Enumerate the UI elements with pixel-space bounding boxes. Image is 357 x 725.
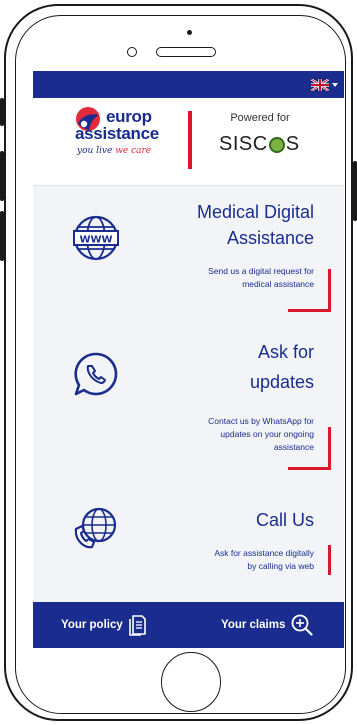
language-selector[interactable]: [311, 78, 338, 92]
service-desc-line1: Contact us by WhatsApp for: [208, 416, 314, 426]
your-policy-label: Your policy: [61, 619, 123, 631]
document-icon: [128, 615, 146, 636]
logo-tagline: you live we care: [77, 146, 151, 156]
service-title: Call Us: [114, 507, 314, 533]
partner-logo: SISC S: [219, 133, 300, 156]
uk-flag-icon: [311, 79, 329, 91]
accent-bar-horizontal: [288, 467, 331, 470]
service-desc-line1: Send us a digital request for: [208, 266, 314, 276]
service-title: Ask for updates: [114, 337, 314, 397]
app-screen: europ assistance you live we care Powere…: [33, 71, 344, 648]
service-title-line2: Assistance: [226, 228, 314, 248]
service-description: Contact us by WhatsApp for updates on yo…: [144, 415, 314, 454]
powered-for-label: Powered for: [230, 112, 290, 124]
service-title-line2: updates: [249, 372, 314, 392]
accent-bar: [328, 545, 331, 575]
brand-divider: [188, 111, 192, 169]
service-medical-digital-assistance[interactable]: WWW Medical Digital Assistance Send us a…: [33, 185, 344, 325]
service-title-line1: Ask for: [257, 342, 314, 362]
globe-phone-icon: [74, 507, 117, 549]
ladybug-icon: [268, 136, 285, 153]
service-desc-line2: updates on your ongoing: [220, 429, 314, 439]
bottom-nav: Your policy Your claims: [33, 602, 344, 648]
www-globe-icon: WWW: [73, 215, 119, 261]
your-claims-button[interactable]: Your claims: [221, 602, 313, 648]
service-ask-for-updates[interactable]: Ask for updates Contact us by WhatsApp f…: [33, 325, 344, 469]
partner-name-left: SISC: [219, 133, 268, 155]
front-camera: [127, 47, 137, 57]
service-description: Send us a digital request for medical as…: [144, 265, 314, 291]
accent-bar-horizontal: [288, 309, 331, 312]
service-call-us[interactable]: Call Us Ask for assistance digitally by …: [33, 471, 344, 602]
tagline-prefix: you live: [77, 146, 116, 156]
service-desc-line2: by calling via web: [247, 561, 314, 571]
zoom-in-icon: [291, 614, 313, 636]
service-description: Ask for assistance digitally by calling …: [144, 547, 314, 573]
your-policy-button[interactable]: Your policy: [61, 602, 147, 648]
top-bar: [33, 71, 344, 98]
your-claims-label: Your claims: [221, 619, 286, 631]
accent-bar: [328, 269, 331, 312]
service-title-line1: Call Us: [255, 510, 314, 530]
service-desc-line1: Ask for assistance digitally: [214, 548, 314, 558]
volume-down-button: [0, 211, 4, 261]
power-button: [353, 161, 357, 221]
accent-bar: [328, 427, 331, 469]
proximity-sensor: [187, 30, 192, 35]
svg-text:WWW: WWW: [79, 235, 112, 246]
home-button[interactable]: [161, 652, 221, 712]
brand-header: europ assistance you live we care Powere…: [33, 98, 344, 186]
service-desc-line2: medical assistance: [242, 279, 314, 289]
tagline-highlight: we care: [115, 146, 152, 156]
partner-name-right: S: [285, 133, 300, 155]
service-title: Medical Digital Assistance: [114, 199, 314, 251]
service-title-line1: Medical Digital: [196, 202, 314, 222]
service-desc-line3: assistance: [273, 442, 314, 452]
chevron-down-icon: [332, 83, 338, 87]
earpiece-speaker: [156, 47, 216, 57]
logo-text-assistance: assistance: [75, 124, 159, 143]
mute-switch: [0, 98, 4, 126]
volume-up-button: [0, 151, 4, 201]
whatsapp-icon: [74, 352, 118, 396]
